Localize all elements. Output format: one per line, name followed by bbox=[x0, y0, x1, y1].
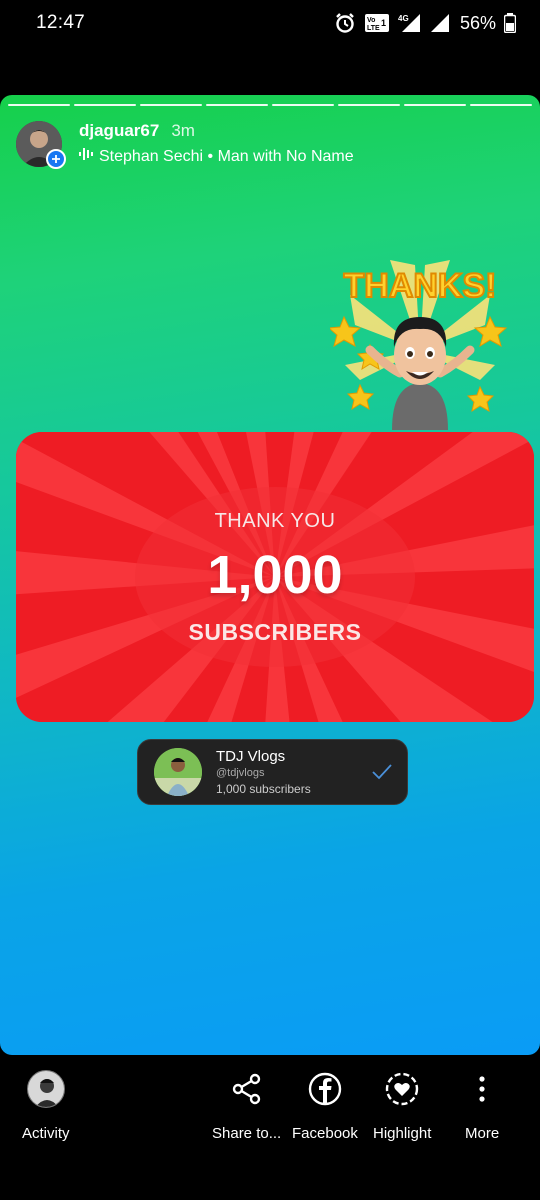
progress-segment bbox=[272, 104, 334, 106]
channel-subscribers: 1,000 subscribers bbox=[216, 782, 311, 796]
svg-text:Vo: Vo bbox=[367, 17, 375, 24]
thank-you-text: THANK YOU bbox=[214, 510, 336, 532]
volte-icon: Vo LTE 1 bbox=[364, 12, 390, 34]
header-text: djaguar67 3m Stephan Sechi • Man with No… bbox=[79, 121, 354, 166]
story-progress bbox=[8, 104, 532, 106]
highlight-label: Highlight bbox=[373, 1125, 432, 1142]
activity-button[interactable]: Activity bbox=[22, 1069, 70, 1142]
progress-segment bbox=[74, 104, 136, 106]
add-story-badge[interactable] bbox=[46, 149, 66, 169]
more-button[interactable]: More bbox=[465, 1069, 499, 1142]
share-icon bbox=[231, 1069, 263, 1109]
activity-avatar bbox=[26, 1069, 65, 1109]
svg-text:4G: 4G bbox=[398, 14, 409, 23]
svg-text:1: 1 bbox=[381, 18, 386, 28]
facebook-button[interactable]: Facebook bbox=[292, 1069, 358, 1142]
progress-segment bbox=[206, 104, 268, 106]
progress-segment bbox=[8, 104, 70, 106]
username[interactable]: djaguar67 bbox=[79, 121, 159, 141]
alarm-icon bbox=[334, 12, 356, 34]
battery-percent: 56% bbox=[459, 12, 496, 33]
channel-handle: @tdjvlogs bbox=[216, 767, 265, 779]
subscribers-text: SUBSCRIBERS bbox=[188, 619, 362, 645]
facebook-icon bbox=[308, 1069, 342, 1109]
progress-segment bbox=[140, 104, 202, 106]
svg-text:LTE: LTE bbox=[367, 25, 380, 32]
battery-icon bbox=[504, 13, 516, 33]
status-bar: 12:47 Vo LTE 1 4G 56% bbox=[0, 0, 540, 46]
avatar bbox=[26, 1070, 65, 1108]
channel-info: TDJ Vlogs @tdjvlogs 1,000 subscribers bbox=[216, 748, 311, 796]
progress-segment bbox=[338, 104, 400, 106]
check-icon bbox=[371, 762, 393, 787]
story-header: djaguar67 3m Stephan Sechi • Man with No… bbox=[16, 121, 354, 169]
highlight-icon bbox=[385, 1069, 419, 1109]
story-viewer[interactable]: djaguar67 3m Stephan Sechi • Man with No… bbox=[0, 95, 540, 1055]
more-label: More bbox=[465, 1125, 500, 1142]
audio-wave-icon bbox=[79, 147, 99, 166]
signal-icon bbox=[430, 13, 450, 33]
story-actions-bar: Activity Share to... Facebook Highlight … bbox=[0, 1055, 540, 1200]
share-button[interactable]: Share to... bbox=[212, 1069, 281, 1142]
channel-name: TDJ Vlogs bbox=[216, 748, 286, 765]
progress-segment bbox=[470, 104, 532, 106]
progress-segment bbox=[404, 104, 466, 106]
music-label: Stephan Sechi • Man with No Name bbox=[99, 147, 354, 165]
thanks-sticker[interactable]: THANKS! bbox=[327, 255, 510, 430]
more-vertical-icon bbox=[478, 1069, 486, 1109]
highlight-button[interactable]: Highlight bbox=[373, 1069, 431, 1142]
time-ago: 3m bbox=[171, 121, 195, 140]
channel-sticker[interactable]: TDJ Vlogs @tdjvlogs 1,000 subscribers bbox=[137, 739, 408, 805]
subscriber-count: 1,000 bbox=[207, 545, 343, 605]
music-attribution[interactable]: Stephan Sechi • Man with No Name bbox=[79, 147, 354, 166]
status-icons: Vo LTE 1 4G 56% bbox=[334, 12, 516, 34]
facebook-label: Facebook bbox=[292, 1125, 358, 1142]
channel-avatar bbox=[154, 748, 202, 796]
username-row: djaguar67 3m bbox=[79, 121, 354, 141]
thank-you-card: THANK YOU 1,000 SUBSCRIBERS bbox=[16, 432, 534, 722]
thanks-text: THANKS! bbox=[344, 267, 497, 305]
status-time: 12:47 bbox=[36, 12, 86, 33]
profile-avatar[interactable] bbox=[16, 121, 66, 169]
share-label: Share to... bbox=[212, 1125, 282, 1142]
signal-4g-icon: 4G bbox=[398, 12, 422, 34]
activity-label: Activity bbox=[22, 1125, 70, 1142]
